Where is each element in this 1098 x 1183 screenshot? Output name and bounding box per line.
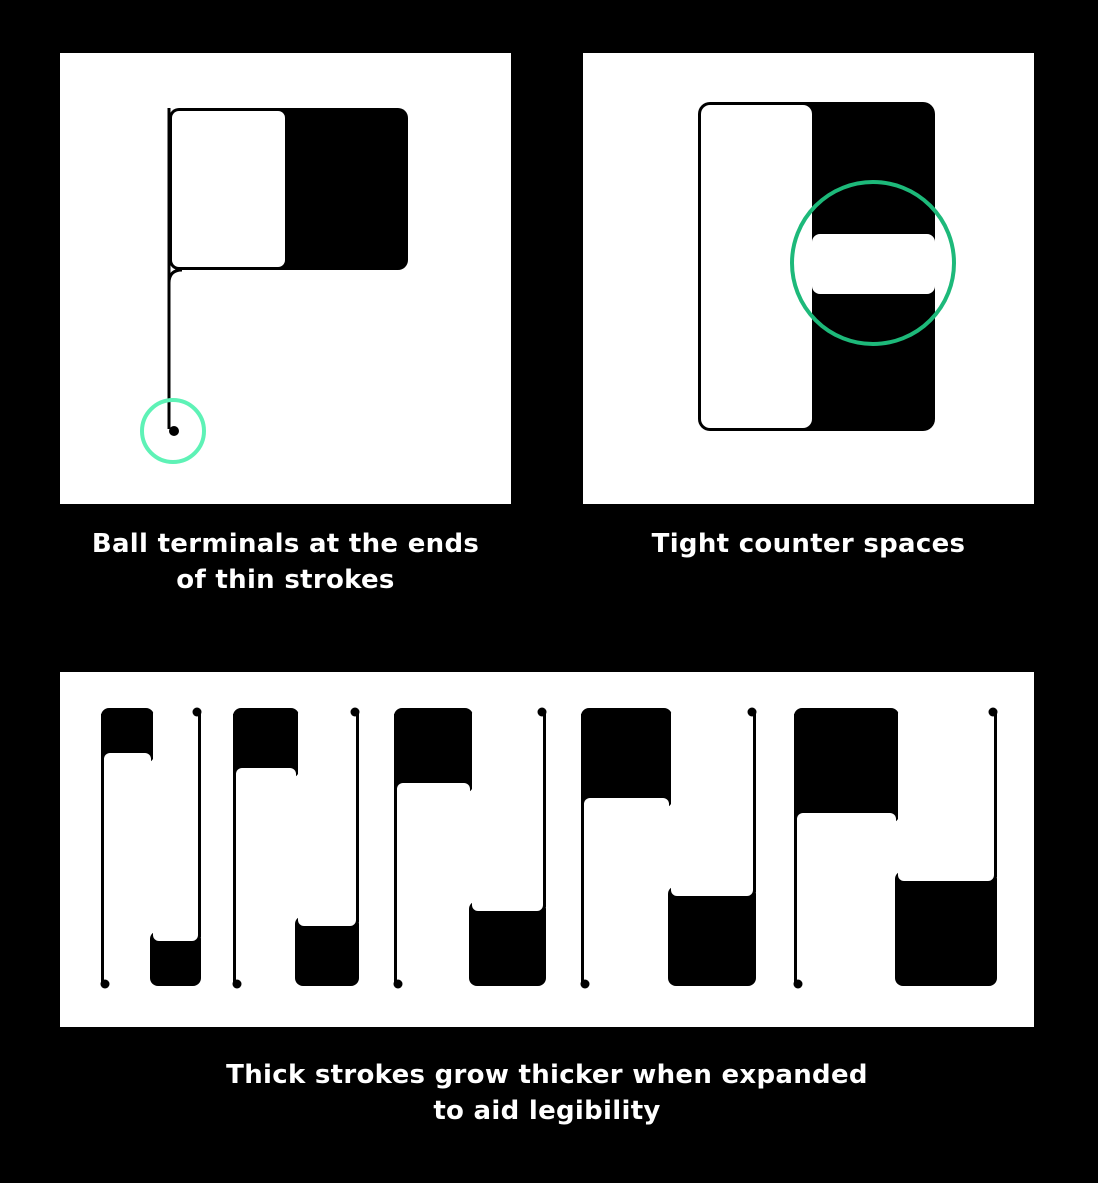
glyph-4-top-thick-stroke	[581, 708, 672, 808]
glyph-2-top-ball-terminal	[350, 707, 360, 717]
counter-spaces-panel	[583, 53, 1034, 504]
glyph-2-bottom-ball-terminal	[232, 979, 242, 989]
thick-strokes-caption-line-1: Thick strokes grow thicker when expanded	[226, 1060, 868, 1090]
glyph-4-top-ball-terminal	[747, 707, 757, 717]
glyph-3-top-thick-stroke	[394, 708, 473, 793]
ball-terminals-caption: Ball terminals at the ends of thin strok…	[60, 526, 511, 598]
counter-spaces-caption: Tight counter spaces	[583, 526, 1034, 562]
flag-glyph-illustration	[140, 108, 408, 464]
glyph-2-bottom-thick-stroke	[295, 916, 359, 986]
glyph-4-bottom-thick-stroke	[668, 886, 756, 986]
expanding-n-glyphs-illustration	[100, 707, 998, 989]
counter-spaces-caption-line-1: Tight counter spaces	[651, 529, 966, 559]
glyph-5-top-ball-terminal	[988, 707, 998, 717]
b-glyph-illustration	[698, 102, 956, 431]
ball-terminals-panel	[60, 53, 511, 504]
glyph-5-bottom-thick-stroke	[895, 871, 997, 986]
glyph-1-top-ball-terminal	[192, 707, 202, 717]
ball-terminals-caption-line-2: of thin strokes	[176, 565, 395, 595]
glyph-3-bottom-thick-stroke	[469, 901, 546, 986]
glyph-left-counter-shape	[701, 105, 812, 428]
flag-counter-shape	[172, 111, 285, 267]
glyph-5-top-thick-stroke	[794, 708, 899, 823]
ball-terminal-dot	[169, 426, 179, 436]
glyph-4-bottom-ball-terminal	[580, 979, 590, 989]
glyph-5-bottom-ball-terminal	[793, 979, 803, 989]
glyph-3-top-ball-terminal	[537, 707, 547, 717]
glyph-1-bottom-ball-terminal	[100, 979, 110, 989]
thick-strokes-caption: Thick strokes grow thicker when expanded…	[60, 1057, 1034, 1129]
ball-terminals-caption-line-1: Ball terminals at the ends	[91, 529, 480, 559]
glyph-middle-counter-shape	[812, 234, 935, 294]
glyph-3-bottom-ball-terminal	[393, 979, 403, 989]
glyph-2-top-thick-stroke	[233, 708, 299, 778]
thick-strokes-panel	[60, 672, 1034, 1027]
thick-strokes-caption-line-2: to aid legibility	[433, 1096, 661, 1126]
